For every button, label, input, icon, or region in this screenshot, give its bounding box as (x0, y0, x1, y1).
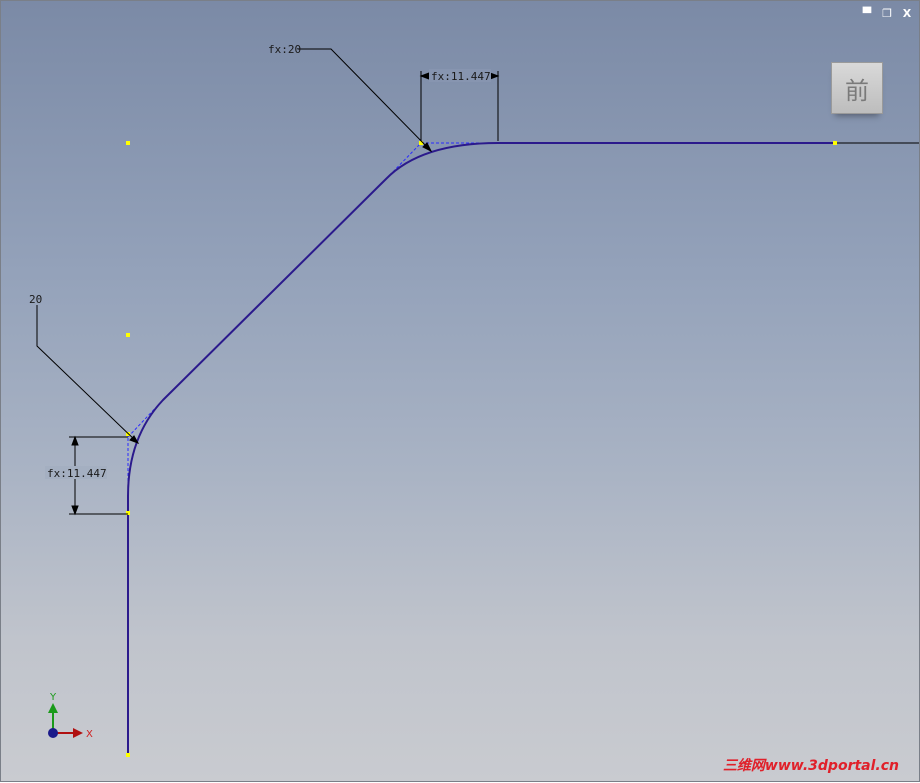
x-axis-label: X (86, 729, 93, 740)
y-axis-label: Y (49, 692, 57, 703)
sketch-viewport[interactable]: ▀ ❐ X 前 fx:20 fx:11.447 20 fx:11.447 Y X… (0, 0, 920, 782)
sketch-point (833, 141, 837, 145)
dimension-top-radius[interactable] (298, 48, 433, 153)
watermark-text: 三维网www.3dportal.cn (722, 758, 899, 774)
sketch-canvas[interactable]: fx:20 fx:11.447 20 fx:11.447 Y X (1, 1, 920, 783)
dimension-left-length-text[interactable]: fx:11.447 (47, 467, 107, 480)
construction-lines (127, 142, 498, 496)
dimension-left-radius-text[interactable]: 20 (29, 293, 42, 306)
sketch-point (126, 333, 130, 337)
y-axis-arrow (48, 703, 58, 713)
sketch-points[interactable] (126, 141, 837, 757)
profile-curve[interactable] (127, 142, 835, 755)
dimension-top-length-text[interactable]: fx:11.447 (431, 70, 491, 83)
dimension-top-radius-text[interactable]: fx:20 (268, 43, 301, 56)
dimension-left-radius[interactable] (36, 305, 140, 444)
coordinate-triad: Y X (48, 692, 93, 740)
x-axis-arrow (73, 728, 83, 738)
sketch-point (126, 141, 130, 145)
origin-point (48, 728, 58, 738)
sketch-point (126, 753, 130, 757)
